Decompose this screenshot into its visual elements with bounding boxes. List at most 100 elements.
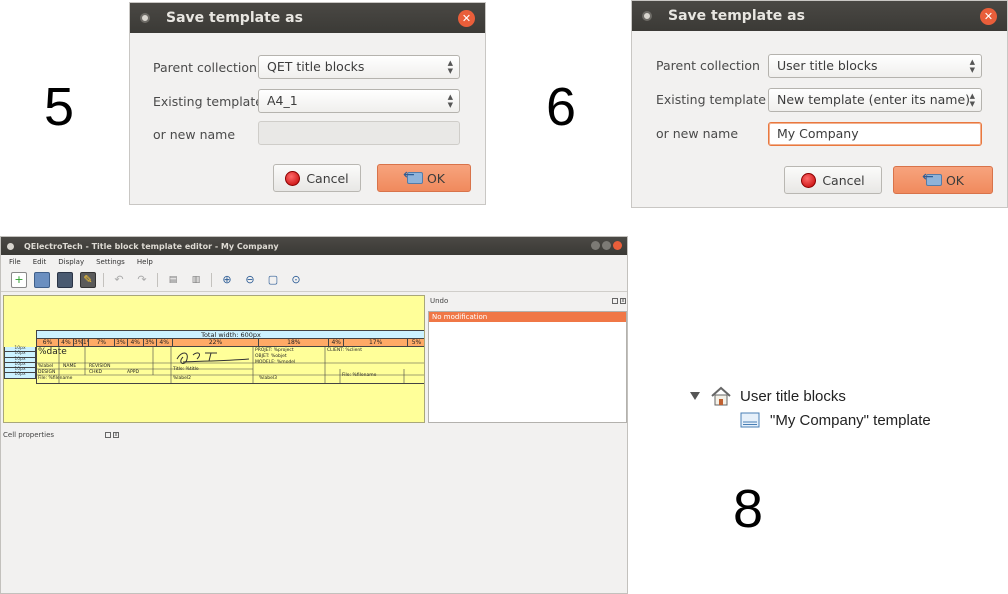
- undo-panel-header: Undo x: [428, 295, 628, 307]
- col-header[interactable]: 4%: [329, 339, 345, 346]
- parent-collection-combo[interactable]: QET title blocks ▲ ▼: [258, 55, 460, 79]
- menubar: File Edit Display Settings Help: [1, 255, 627, 268]
- redo-icon[interactable]: ↷: [134, 272, 150, 288]
- undo-panel-title: Undo: [430, 297, 449, 305]
- home-icon: [711, 386, 731, 406]
- col-header[interactable]: 6%: [37, 339, 59, 346]
- parent-collection-value: User title blocks: [777, 58, 878, 73]
- tree-node-user-title-blocks[interactable]: User title blocks: [690, 384, 931, 408]
- existing-template-label: Existing template: [153, 94, 263, 109]
- col-header[interactable]: 4%: [157, 339, 173, 346]
- parent-collection-label: Parent collection: [153, 60, 257, 75]
- row-header[interactable]: 10px: [4, 373, 36, 379]
- menu-settings[interactable]: Settings: [96, 258, 125, 266]
- collection-tree: User title blocks "My Company" template: [690, 384, 931, 432]
- window-menu-icon[interactable]: [642, 11, 652, 21]
- zoom-out-icon[interactable]: ⊖: [242, 272, 258, 288]
- title-block-grid: Total width: 600px 6% 4% 3% 1% 7% 3% 4% …: [36, 330, 424, 384]
- close-icon[interactable]: ✕: [980, 8, 997, 25]
- toolbar-separator: [211, 272, 212, 287]
- ok-arrow-icon: [403, 167, 423, 185]
- save-template-dialog-5: Save template as ✕ Parent collection QET…: [129, 2, 486, 205]
- expand-arrow-icon[interactable]: [690, 392, 700, 400]
- window-menu-icon[interactable]: [7, 242, 14, 250]
- existing-template-label: Existing template: [656, 92, 766, 107]
- undo-icon[interactable]: ↶: [111, 272, 127, 288]
- col-header[interactable]: 3%: [74, 339, 83, 346]
- window-menu-icon[interactable]: [140, 13, 150, 23]
- close-panel-icon[interactable]: x: [620, 298, 626, 304]
- existing-template-value: A4_1: [267, 93, 298, 108]
- step-number-8: 8: [733, 479, 764, 539]
- float-panel-icon[interactable]: [612, 298, 618, 304]
- new-name-input[interactable]: [258, 121, 460, 145]
- close-panel-icon[interactable]: x: [113, 432, 119, 438]
- existing-template-value: New template (enter its name): [777, 92, 971, 107]
- col-header[interactable]: 3%: [115, 339, 128, 346]
- col-header[interactable]: 17%: [344, 339, 409, 346]
- cancel-label: Cancel: [306, 170, 349, 186]
- col-header[interactable]: 7%: [89, 339, 115, 346]
- title-block-cells[interactable]: %date PROJET: %project OBJET: %objet MOD…: [36, 347, 424, 384]
- new-name-label: or new name: [153, 127, 236, 142]
- dialog-title: Save template as: [668, 8, 805, 24]
- cancel-button[interactable]: Cancel: [784, 166, 882, 194]
- title-block-editor-window: QElectroTech - Title block template edit…: [0, 236, 628, 594]
- menu-display[interactable]: Display: [58, 258, 84, 266]
- zoom-fit-icon[interactable]: ▢: [265, 272, 281, 288]
- column-header-bar: 6% 4% 3% 1% 7% 3% 4% 3% 4% 22% 18% 4% 17…: [36, 339, 424, 347]
- split-cell-icon[interactable]: ▥: [188, 272, 204, 288]
- undo-list[interactable]: No modification: [428, 311, 627, 423]
- title-block-canvas[interactable]: Total width: 600px 6% 4% 3% 1% 7% 3% 4% …: [3, 295, 425, 423]
- new-name-input[interactable]: My Company: [768, 122, 982, 146]
- window-controls: [591, 241, 622, 250]
- toolbar-separator: [103, 272, 104, 287]
- total-width-bar: Total width: 600px: [36, 330, 424, 339]
- col-header[interactable]: 18%: [259, 339, 330, 346]
- col-header[interactable]: 5%: [408, 339, 424, 346]
- col-header[interactable]: 22%: [173, 339, 260, 346]
- zoom-reset-icon[interactable]: ⊙: [288, 272, 304, 288]
- panel-buttons: x: [612, 298, 626, 304]
- col-header[interactable]: 3%: [144, 339, 157, 346]
- editor-titlebar: QElectroTech - Title block template edit…: [1, 237, 627, 255]
- tree-node-my-company-template[interactable]: "My Company" template: [690, 408, 931, 432]
- col-header[interactable]: 4%: [128, 339, 144, 346]
- tree-node-label: User title blocks: [740, 387, 846, 405]
- float-panel-icon[interactable]: [105, 432, 111, 438]
- open-icon[interactable]: [34, 271, 50, 288]
- undo-panel: Undo x No modification: [428, 295, 628, 423]
- new-icon[interactable]: +: [11, 271, 27, 288]
- ok-button[interactable]: OK: [377, 164, 471, 192]
- close-icon[interactable]: ✕: [458, 10, 475, 27]
- existing-template-combo[interactable]: New template (enter its name) ▲ ▼: [768, 88, 982, 112]
- zoom-in-icon[interactable]: ⊕: [219, 272, 235, 288]
- save-as-icon[interactable]: ✎: [80, 271, 96, 288]
- cell-properties-header: Cell properties x: [1, 429, 121, 441]
- existing-template-combo[interactable]: A4_1 ▲ ▼: [258, 89, 460, 113]
- toolbar-separator: [157, 272, 158, 287]
- ok-arrow-icon: [922, 169, 942, 187]
- ok-button[interactable]: OK: [893, 166, 993, 194]
- close-icon[interactable]: [613, 241, 622, 250]
- maximize-icon[interactable]: [602, 241, 611, 250]
- cancel-button[interactable]: Cancel: [273, 164, 361, 192]
- cell-properties-title: Cell properties: [3, 431, 55, 439]
- menu-file[interactable]: File: [9, 258, 21, 266]
- panel-buttons: x: [105, 432, 119, 438]
- col-header[interactable]: 4%: [59, 339, 74, 346]
- save-icon[interactable]: [57, 271, 73, 288]
- toolbar: + ✎ ↶ ↷ ▤ ▥ ⊕ ⊖ ▢ ⊙: [1, 268, 627, 292]
- menu-help[interactable]: Help: [137, 258, 153, 266]
- menu-edit[interactable]: Edit: [33, 258, 47, 266]
- cell-properties-panel: Cell properties x: [1, 429, 629, 441]
- undo-list-item[interactable]: No modification: [429, 312, 626, 322]
- dialog-titlebar: Save template as ✕: [632, 1, 1007, 31]
- save-template-dialog-6: Save template as ✕ Parent collection Use…: [631, 0, 1008, 208]
- minimize-icon[interactable]: [591, 241, 600, 250]
- parent-collection-combo[interactable]: User title blocks ▲ ▼: [768, 54, 982, 78]
- step-number-6: 6: [546, 77, 577, 137]
- grid-lines: [37, 347, 424, 384]
- merge-cells-icon[interactable]: ▤: [165, 272, 181, 288]
- stop-icon: [285, 170, 301, 186]
